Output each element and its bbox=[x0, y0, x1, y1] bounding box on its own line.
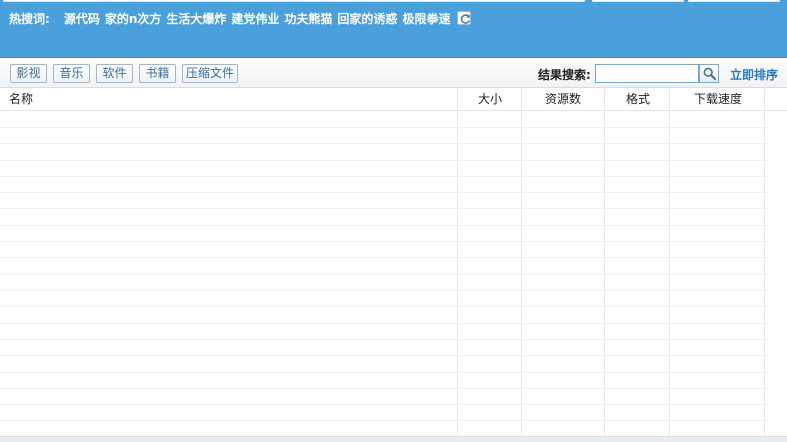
hot-word-link[interactable]: 回家的诱惑 bbox=[337, 10, 397, 27]
category-button-music[interactable]: 音乐 bbox=[53, 64, 90, 83]
category-button-video[interactable]: 影视 bbox=[10, 64, 47, 83]
hot-word-link[interactable]: 建党伟业 bbox=[231, 10, 279, 27]
category-toolbar: 影视 音乐 软件 书籍 压缩文件 结果搜索: 立即排序 bbox=[0, 59, 787, 88]
row-separator bbox=[0, 404, 787, 405]
column-divider bbox=[669, 89, 670, 442]
row-separator bbox=[0, 208, 787, 209]
row-separator bbox=[0, 160, 787, 161]
column-header-download-speed[interactable]: 下载速度 bbox=[694, 89, 742, 111]
result-search-button[interactable] bbox=[699, 64, 719, 83]
row-separator bbox=[0, 388, 787, 389]
column-divider bbox=[764, 89, 765, 442]
result-search-label: 结果搜索: bbox=[538, 68, 591, 82]
column-divider bbox=[457, 89, 458, 442]
column-header-resource-count[interactable]: 资源数 bbox=[545, 89, 581, 111]
column-header-format[interactable]: 格式 bbox=[626, 89, 650, 111]
results-table: 名称 大小 资源数 格式 下载速度 bbox=[0, 89, 787, 442]
vertical-scrollbar[interactable] bbox=[769, 111, 787, 442]
sort-now-link[interactable]: 立即排序 bbox=[730, 66, 778, 83]
column-divider bbox=[604, 89, 605, 442]
main-search-box-edge[interactable] bbox=[3, 0, 585, 2]
refresh-icon[interactable] bbox=[457, 11, 472, 25]
hot-word-link[interactable]: 源代码 bbox=[64, 10, 100, 27]
row-separator bbox=[0, 420, 787, 421]
hot-words-bar: 热搜词: 源代码 家的n次方 生活大爆炸 建党伟业 功夫熊猫 回家的诱惑 极限拳… bbox=[9, 10, 472, 27]
search-type-box-edge[interactable] bbox=[592, 0, 684, 2]
row-separator bbox=[0, 339, 787, 340]
row-separator bbox=[0, 176, 787, 177]
category-button-archives[interactable]: 压缩文件 bbox=[182, 64, 238, 83]
row-separator bbox=[0, 257, 787, 258]
column-divider bbox=[521, 89, 522, 442]
category-button-books[interactable]: 书籍 bbox=[139, 64, 176, 83]
row-separator bbox=[0, 323, 787, 324]
row-separator bbox=[0, 225, 787, 226]
search-button-edge[interactable] bbox=[688, 0, 780, 2]
hot-word-link[interactable]: 生活大爆炸 bbox=[166, 10, 226, 27]
top-header: 热搜词: 源代码 家的n次方 生活大爆炸 建党伟业 功夫熊猫 回家的诱惑 极限拳… bbox=[0, 0, 787, 58]
search-icon bbox=[703, 67, 716, 80]
hot-word-link[interactable]: 功夫熊猫 bbox=[284, 10, 332, 27]
hot-word-link[interactable]: 极限拳速 bbox=[402, 10, 450, 27]
row-separator bbox=[0, 355, 787, 356]
row-separator bbox=[0, 290, 787, 291]
row-separator bbox=[0, 127, 787, 128]
row-separator bbox=[0, 372, 787, 373]
column-header-name[interactable]: 名称 bbox=[9, 89, 33, 111]
row-separator bbox=[0, 274, 787, 275]
row-separator bbox=[0, 306, 787, 307]
bottom-edge bbox=[0, 436, 787, 442]
row-separator bbox=[0, 192, 787, 193]
category-button-software[interactable]: 软件 bbox=[96, 64, 133, 83]
result-search-input[interactable] bbox=[595, 64, 699, 83]
column-header-size[interactable]: 大小 bbox=[478, 89, 502, 111]
hot-words-label: 热搜词: bbox=[9, 11, 50, 26]
hot-word-link[interactable]: 家的n次方 bbox=[105, 10, 162, 27]
row-separator bbox=[0, 143, 787, 144]
row-separator bbox=[0, 241, 787, 242]
